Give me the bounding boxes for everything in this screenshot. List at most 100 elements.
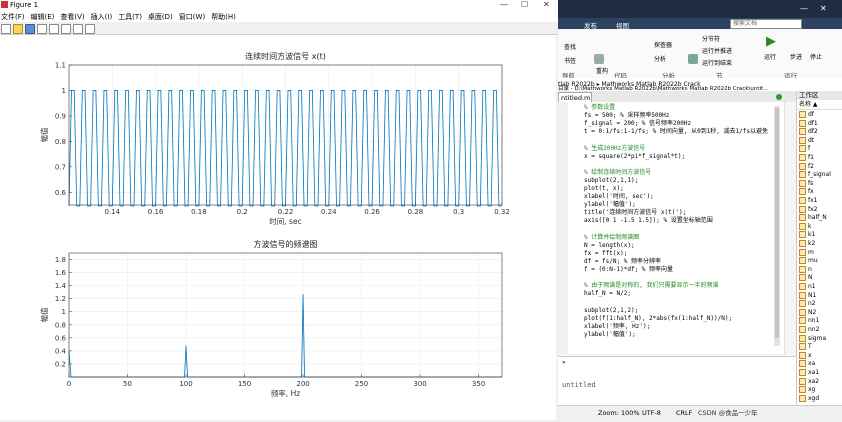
profiler-button[interactable]: 探查器 bbox=[654, 40, 672, 49]
command-window[interactable]: » untitled bbox=[558, 356, 796, 405]
minimize-icon[interactable]: — bbox=[500, 0, 508, 9]
menu-help[interactable]: 帮助(H) bbox=[211, 12, 236, 22]
save-icon[interactable] bbox=[25, 24, 35, 34]
workspace-var[interactable]: xg bbox=[799, 386, 815, 394]
bookmark-button[interactable]: 书签 bbox=[564, 56, 576, 65]
open-file-icon[interactable] bbox=[13, 24, 23, 34]
code-line[interactable]: % 由于频谱是对称的, 我们只需要显示一半的频谱 bbox=[584, 282, 718, 290]
workspace-var[interactable]: half_N bbox=[799, 214, 827, 222]
figure-menubar: 文件(F) 编辑(E) 查看(V) 插入(I) 工具(T) 桌面(D) 窗口(W) 帮助(H) bbox=[0, 11, 558, 22]
code-line[interactable]: subplot(2,1,1); bbox=[584, 177, 638, 185]
code-line[interactable]: % 参数设置 bbox=[584, 104, 615, 112]
code-line[interactable]: xlabel('频率, Hz'); bbox=[584, 323, 650, 331]
workspace-var[interactable]: fx1 bbox=[799, 197, 817, 204]
workspace-var[interactable]: xgd bbox=[799, 394, 819, 402]
section-break-button[interactable]: 分节符 bbox=[702, 34, 720, 43]
menu-tools[interactable]: 工具(T) bbox=[118, 12, 142, 22]
menu-window[interactable]: 窗口(W) bbox=[179, 12, 205, 22]
workspace-var[interactable]: mu bbox=[799, 257, 818, 265]
workspace-var[interactable]: k1 bbox=[799, 231, 815, 239]
workspace-var[interactable]: n bbox=[799, 265, 812, 273]
workspace-var[interactable]: k bbox=[799, 222, 811, 230]
workspace-name-column[interactable]: 名称 ▲ bbox=[797, 100, 842, 110]
workspace-var[interactable]: n1 bbox=[799, 283, 816, 290]
workspace-var[interactable]: sigma bbox=[799, 334, 826, 342]
code-line[interactable]: % 绘制连续时间方波信号 bbox=[584, 169, 651, 177]
workspace-var[interactable]: m bbox=[799, 248, 814, 256]
code-editor[interactable]: % 参数设置 fs = 500; % 采样频率500Hz f_signal = 20… bbox=[558, 94, 785, 354]
code-line[interactable]: ylabel('幅值'); bbox=[584, 331, 636, 339]
find-button[interactable]: 查找 bbox=[564, 42, 576, 51]
workspace-var[interactable]: fx2 bbox=[799, 205, 817, 213]
tab-publish[interactable]: 发布 bbox=[584, 20, 597, 30]
code-line[interactable]: N = length(x); bbox=[584, 242, 635, 250]
workspace-var[interactable]: df2 bbox=[799, 128, 818, 136]
close-icon[interactable]: ✕ bbox=[543, 0, 550, 9]
workspace-var[interactable]: xa1 bbox=[799, 369, 819, 376]
workspace-var[interactable]: f_signal bbox=[799, 171, 831, 179]
workspace-var[interactable]: k2 bbox=[799, 240, 815, 247]
workspace-var[interactable]: n2 bbox=[799, 300, 816, 308]
workspace-var[interactable]: f2 bbox=[799, 162, 814, 170]
stop-button[interactable]: 停止 bbox=[810, 52, 822, 61]
code-line[interactable]: t = 0:1/fs:1-1/fs; % 时间向量, 从0到1秒, 减去1/fs… bbox=[584, 128, 768, 136]
code-line[interactable]: fx = fft(x); bbox=[584, 250, 627, 258]
menu-desktop[interactable]: 桌面(D) bbox=[148, 12, 173, 22]
workspace-var[interactable]: xa2 bbox=[799, 377, 819, 385]
refactor-button[interactable]: 重构 bbox=[596, 66, 608, 75]
workspace-var[interactable]: N1 bbox=[799, 291, 816, 299]
code-line[interactable]: f = (0:N-1)*df; % 频率向量 bbox=[584, 266, 673, 274]
workspace-var[interactable]: f1 bbox=[799, 154, 814, 161]
code-line[interactable]: % 计算并绘制频谱图 bbox=[584, 234, 639, 242]
status-bar: Zoom: 100% UTF-8 CRLF CSDN @食品一少年 bbox=[558, 405, 842, 421]
code-line[interactable]: axis([0 1 -1.5 1.5]); % 设置坐标轴范围 bbox=[584, 217, 713, 225]
workspace-var[interactable]: df bbox=[799, 111, 814, 118]
code-line[interactable]: half_N = N/2; bbox=[584, 290, 631, 298]
workspace-var[interactable]: f bbox=[799, 145, 810, 153]
scrollbar-thumb[interactable] bbox=[775, 108, 779, 338]
code-line[interactable]: fs = 500; % 采样频率500Hz bbox=[584, 112, 669, 120]
workspace-var[interactable]: df1 bbox=[799, 119, 818, 127]
code-line[interactable]: subplot(2,1,2); bbox=[584, 307, 638, 315]
close-icon[interactable]: ✕ bbox=[820, 4, 827, 13]
workspace-var[interactable]: x bbox=[799, 351, 812, 359]
workspace-var-name: x bbox=[808, 351, 812, 359]
search-docs-input[interactable]: 搜索文档 bbox=[730, 19, 802, 29]
link-icon[interactable] bbox=[49, 24, 59, 34]
new-figure-icon[interactable] bbox=[1, 24, 11, 34]
menu-file[interactable]: 文件(F) bbox=[1, 12, 25, 22]
print-icon[interactable] bbox=[37, 24, 47, 34]
minimize-icon[interactable]: — bbox=[800, 4, 808, 13]
workspace-var[interactable]: N2 bbox=[799, 308, 816, 316]
edit-plot-arrow-icon[interactable] bbox=[85, 24, 95, 34]
code-line[interactable]: plot(t, x); bbox=[584, 185, 624, 193]
insert-legend-icon[interactable] bbox=[73, 24, 83, 34]
run-advance-button[interactable]: 运行并推进 bbox=[702, 46, 732, 55]
run-button[interactable]: 运行 bbox=[764, 52, 776, 61]
run-icon[interactable]: ▶ bbox=[766, 34, 776, 49]
tab-view[interactable]: 视图 bbox=[616, 20, 629, 30]
code-line[interactable]: xlabel('时间, sec'); bbox=[584, 193, 654, 201]
maximize-icon[interactable]: ☐ bbox=[521, 0, 528, 9]
menu-insert[interactable]: 插入(I) bbox=[91, 12, 113, 22]
workspace-var[interactable]: xa bbox=[799, 360, 815, 368]
workspace-var[interactable]: fx bbox=[799, 188, 814, 196]
editor-scrollbar[interactable] bbox=[774, 106, 780, 346]
menu-edit[interactable]: 编辑(E) bbox=[31, 12, 55, 22]
menu-view[interactable]: 查看(V) bbox=[60, 12, 84, 22]
workspace-var[interactable]: nn2 bbox=[799, 326, 819, 333]
workspace-var[interactable]: T bbox=[799, 343, 812, 351]
variable-icon bbox=[799, 394, 806, 402]
run-to-end-button[interactable]: 运行到结束 bbox=[702, 58, 732, 67]
workspace-var[interactable]: N bbox=[799, 274, 813, 282]
code-line[interactable]: df = fs/N; % 频率分辨率 bbox=[584, 258, 661, 266]
code-line[interactable]: plot(f(1:half_N), 2*abs(fx(1:half_N))/N)… bbox=[584, 315, 732, 323]
insert-colorbar-icon[interactable] bbox=[61, 24, 71, 34]
code-line[interactable]: x = square(2*pi*f_signal*t); bbox=[584, 153, 685, 161]
analyze-button[interactable]: 分析 bbox=[654, 54, 666, 63]
code-line[interactable]: % 生成200Hz方波信号 bbox=[584, 145, 645, 153]
workspace-var[interactable]: nn1 bbox=[799, 317, 819, 325]
workspace-var[interactable]: fs bbox=[799, 179, 813, 187]
step-button[interactable]: 步进 bbox=[790, 52, 802, 61]
workspace-var[interactable]: dt bbox=[799, 136, 814, 144]
